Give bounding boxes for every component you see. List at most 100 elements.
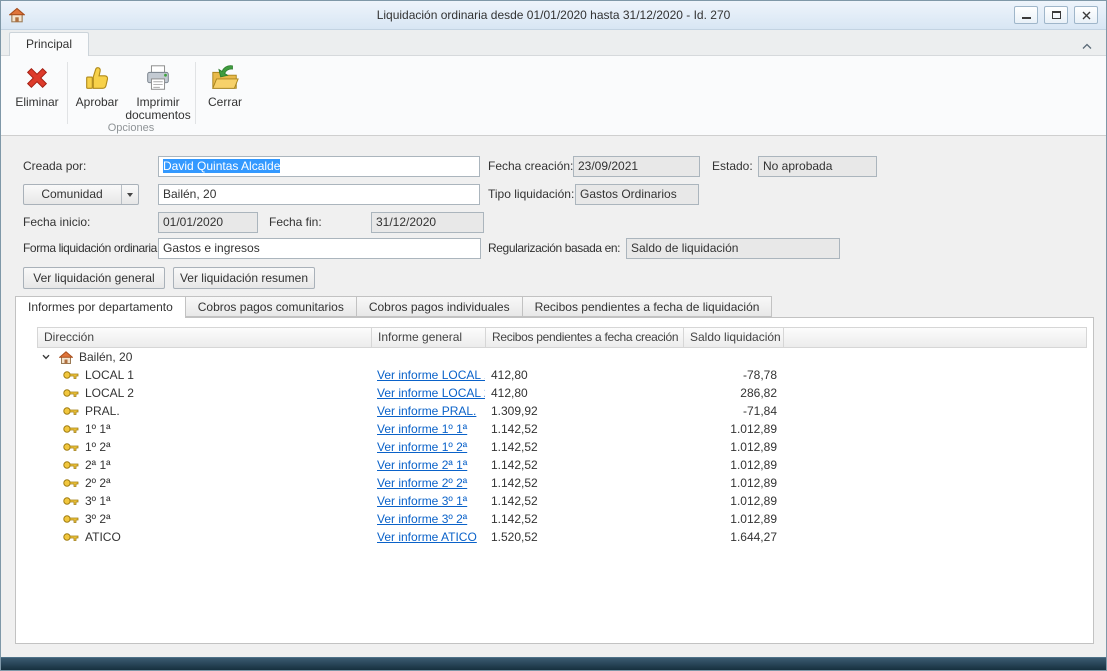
key-icon — [63, 478, 79, 488]
table-row[interactable]: 1º 1ª Ver informe 1º 1ª 1.142,52 1.012,8… — [37, 420, 1087, 438]
minimize-button[interactable] — [1014, 6, 1038, 24]
fecha-creacion-input[interactable]: 23/09/2021 — [573, 156, 700, 177]
column-header-filler — [783, 327, 1087, 348]
recibos-pendientes-value: 1.142,52 — [491, 420, 677, 438]
ver-liquidacion-general-button[interactable]: Ver liquidación general — [23, 267, 165, 289]
ribbon: Eliminar Aprobar Imprimir documentos — [1, 56, 1106, 136]
ribbon-collapse-button[interactable] — [1082, 39, 1092, 53]
fecha-creacion-label: Fecha creación: — [488, 156, 573, 177]
close-button[interactable] — [1074, 6, 1098, 24]
department-name: 3º 2ª — [85, 510, 111, 528]
creada-por-input[interactable]: David Quintas Alcalde — [158, 156, 480, 177]
table-row[interactable]: LOCAL 2 Ver informe LOCAL 2 412,80 286,8… — [37, 384, 1087, 402]
fecha-fin-label: Fecha fin: — [269, 212, 322, 233]
forma-liquidacion-label: Forma liquidación ordinaria: — [23, 238, 160, 259]
table-row[interactable]: 2º 2ª Ver informe 2º 2ª 1.142,52 1.012,8… — [37, 474, 1087, 492]
ver-informe-link[interactable]: Ver informe ATICO — [377, 530, 477, 544]
table-row[interactable]: ATICO Ver informe ATICO 1.520,52 1.644,2… — [37, 528, 1087, 546]
tab-recibos-pendientes[interactable]: Recibos pendientes a fecha de liquidació… — [522, 296, 773, 317]
expand-collapse-icon[interactable] — [41, 352, 51, 362]
key-icon — [63, 388, 79, 398]
table-row[interactable]: PRAL. Ver informe PRAL. 1.309,92 -71,84 — [37, 402, 1087, 420]
ver-informe-link[interactable]: Ver informe 2º 2ª — [377, 476, 467, 490]
ver-informe-link[interactable]: Ver informe LOCAL 1 — [377, 368, 485, 382]
table-row[interactable]: 2ª 1ª Ver informe 2ª 1ª 1.142,52 1.012,8… — [37, 456, 1087, 474]
forma-liquidacion-input[interactable]: Gastos e ingresos — [158, 238, 481, 259]
ver-informe-link[interactable]: Ver informe 1º 2ª — [377, 440, 467, 454]
titlebar: Liquidación ordinaria desde 01/01/2020 h… — [1, 1, 1106, 30]
caption-buttons — [1014, 6, 1098, 24]
imprimir-documentos-button[interactable]: Imprimir documentos — [125, 60, 191, 126]
ribbon-tabrow: Principal — [1, 30, 1106, 56]
table-group-row[interactable]: Bailén, 20 — [37, 348, 1087, 366]
department-name: 1º 1ª — [85, 420, 111, 438]
saldo-liquidacion-value: 1.012,89 — [683, 474, 777, 492]
building-icon — [59, 351, 73, 364]
department-name: LOCAL 2 — [85, 384, 134, 402]
key-icon — [63, 514, 79, 524]
eliminar-label: Eliminar — [15, 96, 58, 109]
column-header-direccion[interactable]: Dirección — [37, 327, 372, 348]
recibos-pendientes-value: 1.520,52 — [491, 528, 677, 546]
ribbon-separator — [195, 62, 196, 124]
ver-informe-link[interactable]: Ver informe LOCAL 2 — [377, 386, 485, 400]
estado-input[interactable]: No aprobada — [758, 156, 877, 177]
thumbs-up-icon — [82, 63, 112, 93]
key-icon — [63, 406, 79, 416]
recibos-pendientes-value: 1.309,92 — [491, 402, 677, 420]
tab-cobros-pagos-individuales[interactable]: Cobros pagos individuales — [356, 296, 523, 317]
tab-cobros-pagos-comunitarios[interactable]: Cobros pagos comunitarios — [185, 296, 357, 317]
saldo-liquidacion-value: 1.012,89 — [683, 420, 777, 438]
aprobar-button[interactable]: Aprobar — [71, 60, 123, 126]
comunidad-dropdown-button[interactable]: Comunidad — [23, 184, 139, 205]
tipo-liquidacion-input[interactable]: Gastos Ordinarios — [575, 184, 699, 205]
ver-informe-link[interactable]: Ver informe PRAL. — [377, 404, 476, 418]
column-header-informe-general[interactable]: Informe general — [371, 327, 486, 348]
ver-informe-link[interactable]: Ver informe 1º 1ª — [377, 422, 467, 436]
key-icon — [63, 460, 79, 470]
maximize-icon — [1052, 11, 1061, 19]
creada-por-label: Creada por: — [23, 156, 86, 177]
ver-informe-link[interactable]: Ver informe 3º 1ª — [377, 494, 467, 508]
column-header-recibos-pendientes[interactable]: Recibos pendientes a fecha creación — [485, 327, 684, 348]
aprobar-label: Aprobar — [76, 96, 119, 109]
key-icon — [63, 496, 79, 506]
departments-table: Dirección Informe general Recibos pendie… — [37, 327, 1087, 627]
table-row[interactable]: 3º 2ª Ver informe 3º 2ª 1.142,52 1.012,8… — [37, 510, 1087, 528]
fecha-inicio-input[interactable]: 01/01/2020 — [158, 212, 258, 233]
app-icon — [9, 7, 25, 23]
regularizacion-input[interactable]: Saldo de liquidación — [626, 238, 840, 259]
table-row[interactable]: LOCAL 1 Ver informe LOCAL 1 412,80 -78,7… — [37, 366, 1087, 384]
report-tabs: Informes por departamento Cobros pagos c… — [15, 296, 771, 318]
saldo-liquidacion-value: 1.644,27 — [683, 528, 777, 546]
chevron-down-icon — [121, 185, 138, 204]
table-row[interactable]: 1º 2ª Ver informe 1º 2ª 1.142,52 1.012,8… — [37, 438, 1087, 456]
cerrar-label: Cerrar — [208, 96, 242, 109]
cerrar-button[interactable]: Cerrar — [199, 60, 251, 126]
window-title: Liquidación ordinaria desde 01/01/2020 h… — [111, 1, 996, 30]
key-icon — [63, 442, 79, 452]
regularizacion-label: Regularización basada en: — [488, 238, 620, 259]
tab-informes-por-departamento[interactable]: Informes por departamento — [15, 296, 186, 318]
table-row[interactable]: 3º 1ª Ver informe 3º 1ª 1.142,52 1.012,8… — [37, 492, 1087, 510]
comunidad-input[interactable]: Bailén, 20 — [158, 184, 480, 205]
key-icon — [63, 370, 79, 380]
tab-principal[interactable]: Principal — [9, 32, 89, 56]
department-name: LOCAL 1 — [85, 366, 134, 384]
community-name: Bailén, 20 — [79, 348, 132, 366]
fecha-fin-input[interactable]: 31/12/2020 — [371, 212, 484, 233]
close-icon — [1082, 11, 1091, 20]
close-folder-icon — [210, 63, 240, 93]
ver-liquidacion-resumen-button[interactable]: Ver liquidación resumen — [173, 267, 315, 289]
saldo-liquidacion-value: 286,82 — [683, 384, 777, 402]
eliminar-button[interactable]: Eliminar — [9, 60, 65, 126]
ver-informe-link[interactable]: Ver informe 3º 2ª — [377, 512, 467, 526]
key-icon — [63, 532, 79, 542]
saldo-liquidacion-value: -71,84 — [683, 402, 777, 420]
maximize-button[interactable] — [1044, 6, 1068, 24]
column-header-saldo-liquidacion[interactable]: Saldo liquidación — [683, 327, 784, 348]
saldo-liquidacion-value: 1.012,89 — [683, 510, 777, 528]
department-name: ATICO — [85, 528, 121, 546]
recibos-pendientes-value: 412,80 — [491, 366, 677, 384]
ver-informe-link[interactable]: Ver informe 2ª 1ª — [377, 458, 467, 472]
